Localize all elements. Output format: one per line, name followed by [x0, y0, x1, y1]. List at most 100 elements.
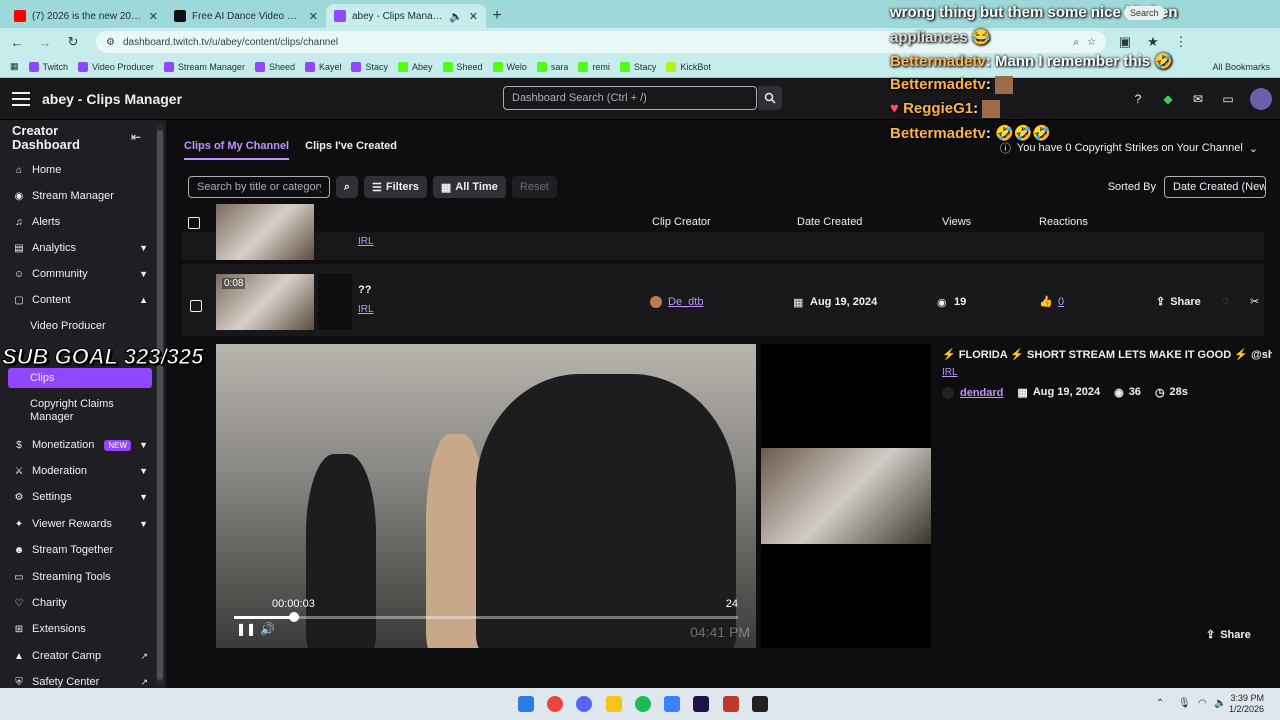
clip-thumbnail[interactable] — [216, 204, 314, 260]
browser-tab-youtube[interactable]: (7) 2026 is the new 2016 (playlist) ✕ — [6, 4, 166, 28]
sort-control: Sorted By Date Created (Newest) — [1108, 176, 1266, 198]
sidebar-item-copyright-claims[interactable]: Copyright Claims Manager — [30, 398, 150, 424]
sidebar-item-streaming-tools[interactable]: ▭ Streaming Tools — [12, 567, 148, 587]
sidebar-item-home[interactable]: ⌂ Home — [12, 160, 148, 180]
forward-icon[interactable]: → — [36, 33, 54, 51]
copilot-icon[interactable] — [664, 696, 680, 712]
sidebar-item-monetization[interactable]: $ Monetization NEW ▼ — [12, 435, 148, 455]
column-views[interactable]: Views — [942, 216, 971, 228]
reload-icon[interactable]: ↻ — [64, 33, 82, 51]
browser-tab-dance[interactable]: Free AI Dance Video Generator ✕ — [166, 4, 326, 28]
clip-preview-panel — [761, 344, 931, 648]
filters-button[interactable]: ☰ Filters — [364, 176, 427, 198]
close-icon[interactable]: ✕ — [149, 10, 158, 23]
sidebar-item-content[interactable]: ▢ Content ▲ — [12, 290, 148, 310]
clip-search-input[interactable]: Search by title or category — [188, 176, 330, 198]
bookmark[interactable]: Stacy — [351, 61, 388, 72]
sidebar-item-moderation[interactable]: ⚔ Moderation ▼ — [12, 461, 148, 481]
sidebar-item-settings[interactable]: ⚙ Settings ▼ — [12, 487, 148, 507]
thumbs-up-icon[interactable]: 👍 — [1039, 295, 1053, 308]
close-icon[interactable]: ✕ — [309, 10, 318, 23]
sidebar-item-video-producer[interactable]: Video Producer — [30, 320, 150, 333]
reset-button[interactable]: Reset — [511, 176, 557, 198]
pause-icon[interactable]: ❚❚ — [236, 622, 256, 636]
obs-icon[interactable] — [752, 696, 768, 712]
microphone-icon[interactable]: 🎙 — [1178, 698, 1191, 709]
bookmark[interactable]: Abey — [398, 61, 433, 72]
back-icon[interactable]: ← — [8, 33, 26, 51]
volume-icon[interactable]: 🔊 — [260, 622, 275, 636]
dashboard-search-input[interactable]: Dashboard Search (Ctrl + /) — [503, 86, 757, 110]
site-info-icon[interactable]: ⚙ — [106, 37, 115, 48]
chrome-icon[interactable] — [547, 696, 563, 712]
table-row[interactable]: IRL — [182, 204, 1264, 260]
hamburger-menu-icon[interactable] — [12, 91, 30, 106]
apps-icon[interactable]: ▦ — [10, 61, 19, 72]
premiere-icon[interactable] — [693, 696, 709, 712]
clip-category-link[interactable]: IRL — [358, 236, 374, 247]
bookmark[interactable]: Twitch — [28, 61, 68, 72]
collapse-sidebar-icon[interactable]: ⇤ — [131, 130, 141, 144]
browser-tab-twitch[interactable]: abey - Clips Manager - Twitch 🔈 ✕ — [326, 4, 486, 28]
sidebar-scroll-thumb[interactable] — [157, 130, 163, 680]
clip-search-button[interactable]: ⌕ — [336, 176, 358, 198]
taskbar-clock[interactable]: 3:39 PM 1/2/2026 — [1229, 693, 1264, 715]
column-date-created[interactable]: Date Created — [797, 216, 862, 228]
search-chip[interactable]: Search — [1124, 6, 1165, 20]
scissors-icon[interactable]: ✂ — [1250, 295, 1259, 308]
sidebar-item-stream-together[interactable]: ☻ Stream Together — [12, 540, 148, 560]
sidebar-item-clips[interactable]: Clips — [30, 372, 150, 385]
column-reactions[interactable]: Reactions — [1039, 216, 1088, 228]
spotify-icon[interactable] — [635, 696, 651, 712]
share-button[interactable]: ⇪ Share — [1156, 295, 1201, 309]
expanded-clip-category[interactable]: IRL — [942, 367, 958, 378]
all-time-button[interactable]: ▦ All Time — [432, 176, 506, 198]
row-checkbox[interactable] — [190, 300, 202, 312]
sort-select[interactable]: Date Created (Newest) — [1164, 176, 1266, 198]
clip-preview-thumbnail[interactable] — [761, 448, 931, 544]
sidebar-item-charity[interactable]: ♡ Charity — [12, 593, 148, 613]
bookmark[interactable]: Sheed — [442, 61, 483, 72]
clip-reactions[interactable]: 0 — [1058, 296, 1064, 308]
video-progress-bar[interactable] — [234, 612, 738, 622]
sidebar-item-extensions[interactable]: ⊞ Extensions — [12, 619, 148, 639]
folder-icon[interactable] — [606, 696, 622, 712]
bookmark[interactable]: Stacy — [619, 61, 656, 72]
tab-clips-of-my-channel[interactable]: Clips of My Channel — [184, 140, 290, 160]
sidebar-item-viewer-rewards[interactable]: ✦ Viewer Rewards ▼ — [12, 514, 148, 534]
bookmark[interactable]: remi — [578, 61, 610, 72]
speaker-icon[interactable]: 🔈 — [449, 10, 463, 23]
column-clip-creator[interactable]: Clip Creator — [652, 216, 711, 228]
bookmark[interactable]: Kayel — [304, 61, 341, 72]
wifi-icon[interactable]: ◠ — [1198, 698, 1207, 709]
sidebar-item-creator-camp[interactable]: ▲ Creator Camp ↗ — [12, 646, 148, 666]
search-button[interactable] — [758, 86, 782, 110]
close-icon[interactable]: ✕ — [469, 10, 478, 23]
clip-title[interactable]: ?? — [358, 284, 371, 296]
bookmark[interactable]: Sheed — [254, 61, 295, 72]
expanded-share-button[interactable]: ⇪ Share — [1206, 628, 1251, 642]
volume-icon[interactable]: 🔈 — [1214, 698, 1226, 709]
bookmark[interactable]: Stream Manager — [163, 61, 245, 72]
bookmark[interactable]: Video Producer — [78, 61, 154, 72]
video-progress-knob[interactable] — [289, 612, 300, 622]
tab-clips-ive-created[interactable]: Clips I've Created — [305, 140, 397, 160]
sidebar-item-analytics[interactable]: ▤ Analytics ▼ — [12, 238, 148, 258]
bookmark[interactable]: KickBot — [666, 61, 711, 72]
expanded-clip-creator[interactable]: dendard — [960, 387, 1003, 399]
clip-creator-link[interactable]: De_dtb — [668, 296, 703, 308]
select-all-checkbox[interactable] — [188, 217, 200, 229]
sidebar-item-stream-manager[interactable]: ◉ Stream Manager — [12, 186, 148, 206]
app-icon[interactable] — [723, 696, 739, 712]
clip-category-link[interactable]: IRL — [358, 304, 374, 315]
new-tab-button[interactable]: + — [486, 4, 508, 28]
bookmark[interactable]: sara — [536, 61, 568, 72]
chevron-up-icon[interactable]: ⌃ — [1156, 698, 1164, 709]
discord-icon[interactable] — [576, 696, 592, 712]
table-row[interactable]: 0:08 ?? IRL De_dtb ▦ Aug 19, 2024 ◉ 19 👍… — [182, 264, 1264, 336]
bookmark[interactable]: Welo — [492, 61, 527, 72]
sidebar-item-community[interactable]: ☺ Community ▼ — [12, 264, 148, 284]
sidebar-item-alerts[interactable]: ♫ Alerts — [12, 212, 148, 232]
clip-video-player[interactable]: 00:00:03 24 ❚❚ 🔊 04:41 PM — [216, 344, 756, 648]
windows-start-icon[interactable] — [518, 696, 534, 712]
